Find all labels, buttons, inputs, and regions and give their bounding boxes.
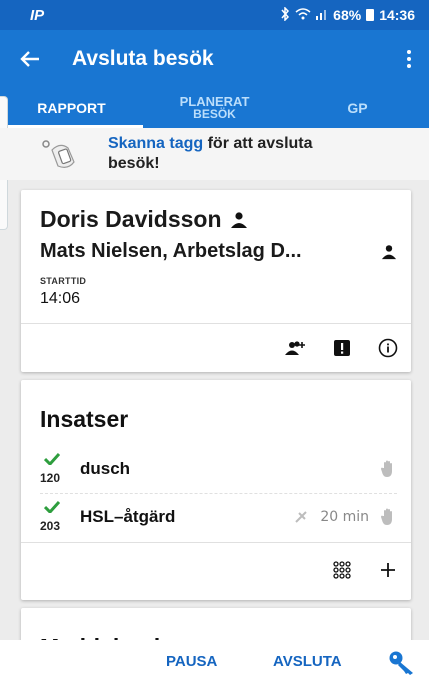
overflow-menu-button[interactable]	[389, 30, 429, 88]
key-button[interactable]	[388, 650, 416, 681]
insats-name: dusch	[80, 459, 131, 478]
tab-rapport[interactable]: RAPPORT	[0, 88, 143, 128]
signal-icon	[316, 7, 328, 23]
clock: 14:36	[379, 7, 415, 23]
insats-code-number: 120	[40, 471, 61, 485]
report-deviation-button[interactable]	[319, 324, 365, 372]
tab-label-line2: BESÖK	[193, 107, 236, 121]
visit-card: Doris Davidsson Mats Nielsen, Arbetslag …	[21, 190, 411, 372]
arrow-left-icon	[20, 51, 39, 67]
start-time-value: 14:06	[40, 290, 81, 307]
wifi-icon	[295, 7, 311, 23]
list-item[interactable]: 203 HSL–åtgärd 20 min	[40, 494, 397, 540]
page-title: Avsluta besök	[72, 47, 214, 70]
check-icon	[44, 501, 60, 513]
insatser-actions	[319, 544, 411, 596]
check-icon	[44, 453, 60, 465]
hand-icon	[381, 508, 392, 525]
person-icon	[230, 211, 247, 228]
back-button[interactable]	[0, 30, 60, 88]
staff-name: Mats Nielsen, Arbetslag D...	[40, 240, 302, 262]
alert-icon	[334, 340, 350, 356]
keypad-button[interactable]	[319, 546, 365, 594]
tab-label: RAPPORT	[37, 100, 106, 116]
info-icon	[378, 338, 398, 358]
insats-duration: 20 min	[320, 509, 369, 525]
more-vert-icon	[407, 50, 411, 68]
insats-code: 120	[40, 449, 70, 489]
battery-icon	[366, 9, 375, 21]
scan-link: Skanna tagg	[108, 135, 204, 152]
status-bar: IP 68% 14:36	[0, 0, 429, 30]
pause-button[interactable]: PAUSA	[166, 653, 217, 670]
tab-bar: RAPPORT PLANERAT BESÖK GP	[0, 88, 429, 128]
hand-icon	[381, 460, 392, 477]
bottom-bar: PAUSA AVSLUTA	[0, 640, 429, 684]
add-person-button[interactable]	[273, 324, 319, 372]
tab-planerat-besok[interactable]: PLANERAT BESÖK	[143, 88, 286, 128]
key-icon	[389, 651, 413, 675]
staff-row[interactable]: Mats Nielsen, Arbetslag D...	[40, 240, 397, 263]
scan-text: för att avsluta	[207, 135, 313, 152]
scan-text-line2: besök!	[108, 155, 160, 172]
nfc-scan-icon	[38, 136, 108, 172]
scan-instruction: Skanna tagg för att avsluta besök!	[108, 134, 313, 174]
insats-code: 203	[40, 497, 70, 537]
plus-icon	[381, 563, 395, 577]
insats-code-number: 203	[40, 519, 61, 533]
client-name: Doris Davidsson	[40, 206, 222, 232]
status-right: 68% 14:36	[280, 5, 415, 24]
person-icon	[381, 244, 397, 259]
group-add-icon	[285, 341, 305, 355]
insatser-card: Insatser 120 dusch 203 HSL–åtgärd 20 min	[21, 380, 411, 600]
finish-button[interactable]: AVSLUTA	[273, 653, 342, 670]
tab-gp[interactable]: GP	[286, 88, 429, 128]
info-button[interactable]	[365, 324, 411, 372]
timer-off-icon	[295, 511, 308, 523]
app-bar: Avsluta besök	[0, 30, 429, 88]
dialpad-icon	[333, 561, 351, 579]
client-name-row[interactable]: Doris Davidsson	[40, 206, 248, 233]
start-time-label: STARTTID	[40, 276, 87, 286]
bluetooth-icon	[280, 5, 290, 24]
section-title: Insatser	[40, 406, 129, 432]
divider	[21, 542, 411, 543]
list-item[interactable]: 120 dusch	[40, 446, 397, 492]
visit-actions	[273, 324, 411, 372]
insats-name: HSL–åtgärd	[80, 507, 176, 526]
carrier-label: IP	[30, 6, 45, 24]
battery-percent: 68%	[333, 7, 362, 23]
scan-tag-banner[interactable]: Skanna tagg för att avsluta besök!	[0, 128, 429, 180]
tab-label: GP	[347, 100, 368, 116]
add-insats-button[interactable]	[365, 546, 411, 594]
